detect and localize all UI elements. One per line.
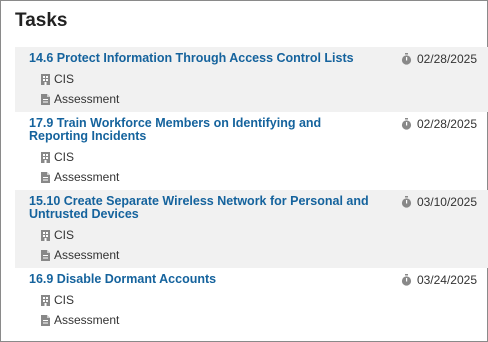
task-list: 14.6 Protect Information Through Access … bbox=[15, 47, 488, 333]
task-type: Assessment bbox=[39, 89, 488, 109]
task-due-date-text: 03/24/2025 bbox=[416, 273, 477, 287]
building-icon bbox=[39, 229, 51, 241]
task-due-date-text: 02/28/2025 bbox=[416, 117, 477, 131]
task-due-date: 02/28/2025 bbox=[401, 52, 477, 66]
task-due-date: 03/10/2025 bbox=[401, 195, 477, 209]
task-due-date: 02/28/2025 bbox=[401, 117, 477, 131]
task-due-date-text: 03/10/2025 bbox=[416, 195, 477, 209]
task-framework-label: CIS bbox=[54, 150, 75, 164]
stopwatch-icon bbox=[401, 53, 412, 65]
task-item: 17.9 Train Workforce Members on Identify… bbox=[15, 112, 488, 190]
document-icon bbox=[39, 171, 51, 183]
task-type-label: Assessment bbox=[54, 92, 120, 106]
task-framework: CIS bbox=[39, 225, 488, 245]
stopwatch-icon bbox=[401, 274, 412, 286]
task-framework: CIS bbox=[39, 290, 488, 310]
panel-title: Tasks bbox=[15, 10, 68, 31]
building-icon bbox=[39, 151, 51, 163]
task-type: Assessment bbox=[39, 245, 488, 265]
building-icon bbox=[39, 294, 51, 306]
tasks-panel: Tasks 14.6 Protect Information Through A… bbox=[0, 0, 488, 342]
task-due-date: 03/24/2025 bbox=[401, 273, 477, 287]
stopwatch-icon bbox=[401, 118, 412, 130]
document-icon bbox=[39, 249, 51, 261]
task-title-link[interactable]: 15.10 Create Separate Wireless Network f… bbox=[29, 195, 374, 221]
task-type-label: Assessment bbox=[54, 170, 120, 184]
building-icon bbox=[39, 73, 51, 85]
task-due-date-text: 02/28/2025 bbox=[416, 52, 477, 66]
task-item: 14.6 Protect Information Through Access … bbox=[15, 47, 488, 112]
task-framework-label: CIS bbox=[54, 228, 75, 242]
task-framework-label: CIS bbox=[54, 293, 75, 307]
task-framework-label: CIS bbox=[54, 72, 75, 86]
task-title-link[interactable]: 17.9 Train Workforce Members on Identify… bbox=[29, 117, 374, 143]
task-framework: CIS bbox=[39, 69, 488, 89]
task-type-label: Assessment bbox=[54, 313, 120, 327]
task-item: 16.9 Disable Dormant Accounts CIS Assess… bbox=[15, 268, 488, 333]
task-title-link[interactable]: 16.9 Disable Dormant Accounts bbox=[29, 273, 374, 286]
task-framework: CIS bbox=[39, 147, 488, 167]
task-type: Assessment bbox=[39, 310, 488, 330]
task-type-label: Assessment bbox=[54, 248, 120, 262]
task-type: Assessment bbox=[39, 167, 488, 187]
task-title-link[interactable]: 14.6 Protect Information Through Access … bbox=[29, 52, 374, 65]
task-item: 15.10 Create Separate Wireless Network f… bbox=[15, 190, 488, 268]
document-icon bbox=[39, 314, 51, 326]
stopwatch-icon bbox=[401, 196, 412, 208]
document-icon bbox=[39, 93, 51, 105]
